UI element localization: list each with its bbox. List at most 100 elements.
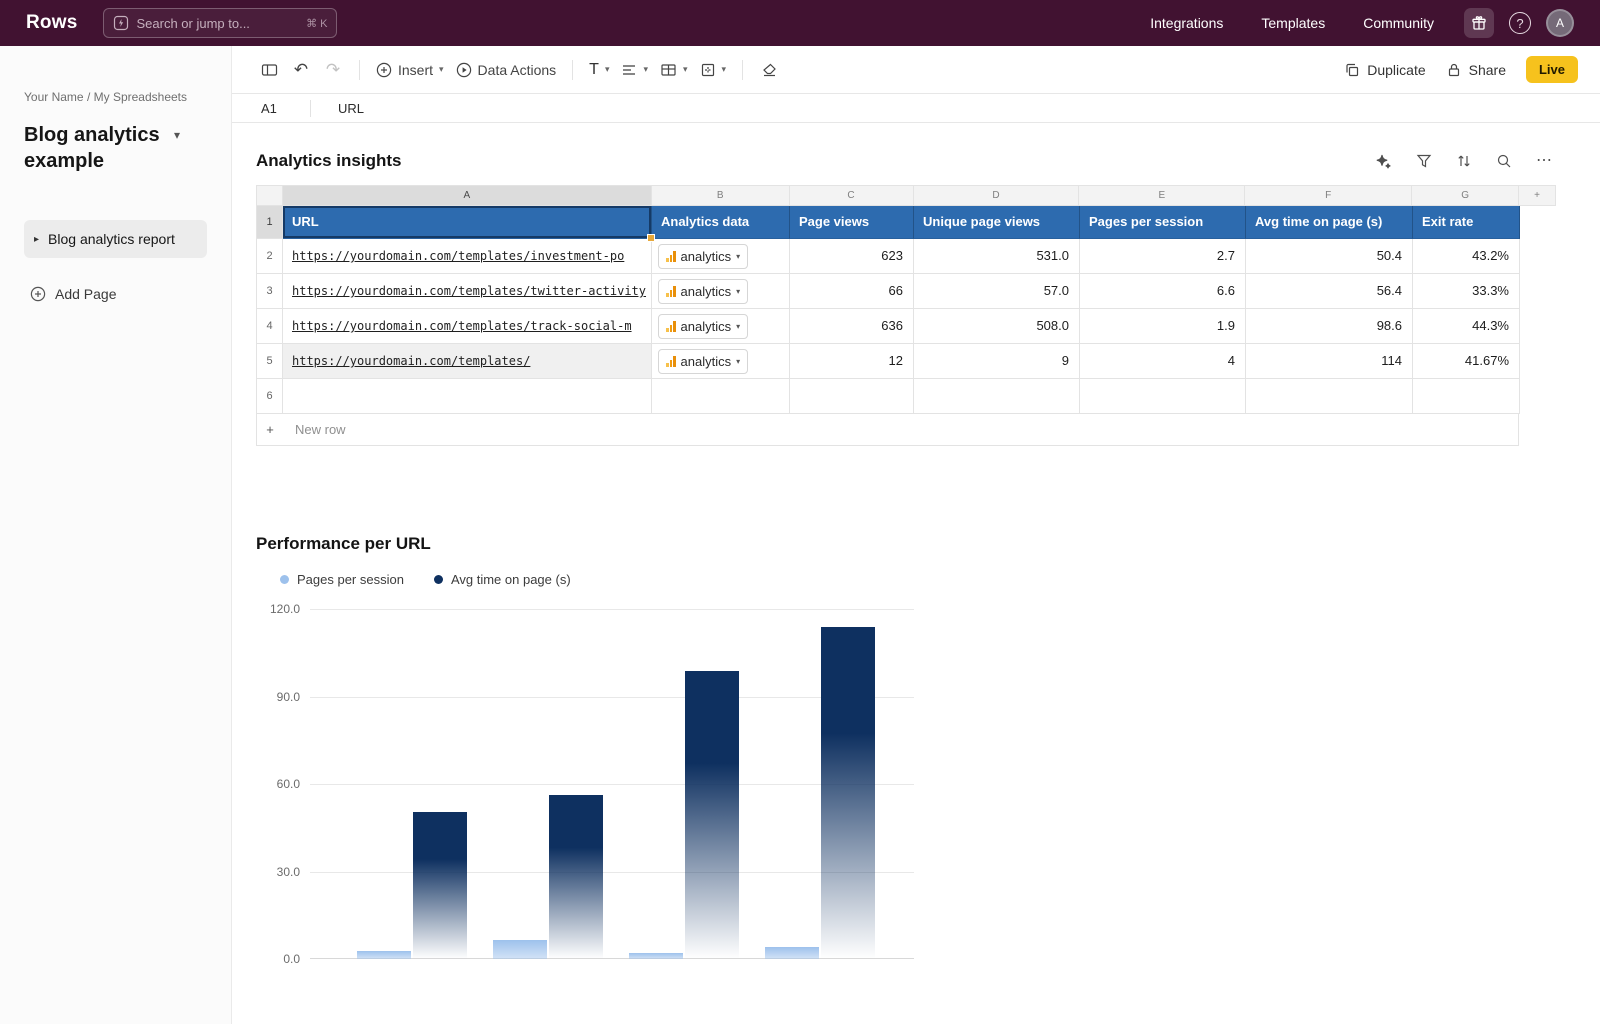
share-button[interactable]: Share bbox=[1446, 62, 1506, 78]
cell-url[interactable]: https://yourdomain.com/templates/twitter… bbox=[283, 274, 652, 309]
data-actions-button[interactable]: Data Actions bbox=[451, 55, 562, 85]
cell-unique-page-views[interactable]: 508.0 bbox=[914, 309, 1080, 344]
cell-pages-per-session[interactable]: 4 bbox=[1080, 344, 1246, 379]
help-button[interactable]: ? bbox=[1509, 12, 1531, 34]
cell-exit-rate[interactable]: 44.3% bbox=[1413, 309, 1520, 344]
cell-E1[interactable]: Pages per session bbox=[1080, 206, 1246, 239]
duplicate-button[interactable]: Duplicate bbox=[1344, 62, 1425, 78]
analytics-dropdown[interactable]: analytics ▾ bbox=[658, 279, 748, 304]
column-header-F[interactable]: F bbox=[1245, 186, 1412, 206]
row-number[interactable]: 5 bbox=[257, 344, 283, 379]
undo-button[interactable]: ↶ bbox=[286, 55, 316, 85]
cell-page-views[interactable]: 66 bbox=[790, 274, 914, 309]
cell-empty[interactable] bbox=[1246, 379, 1413, 414]
cell-page-views[interactable]: 12 bbox=[790, 344, 914, 379]
workbook-title-menu[interactable]: Blog analytics example ▾ bbox=[24, 122, 207, 174]
cell-empty[interactable] bbox=[283, 379, 652, 414]
cell-url[interactable]: https://yourdomain.com/templates/investm… bbox=[283, 239, 652, 274]
nav-templates[interactable]: Templates bbox=[1261, 15, 1325, 31]
cell-page-views[interactable]: 623 bbox=[790, 239, 914, 274]
cell-reference[interactable]: A1 bbox=[232, 101, 286, 116]
column-header-E[interactable]: E bbox=[1079, 186, 1245, 206]
breadcrumb-section[interactable]: My Spreadsheets bbox=[94, 90, 187, 104]
cell-exit-rate[interactable]: 41.67% bbox=[1413, 344, 1520, 379]
column-header-G[interactable]: G bbox=[1412, 186, 1519, 206]
cell-pages-per-session[interactable]: 2.7 bbox=[1080, 239, 1246, 274]
analytics-dropdown[interactable]: analytics ▾ bbox=[658, 314, 748, 339]
cell-format-button[interactable]: ▾ bbox=[655, 55, 693, 85]
cell-C1[interactable]: Page views bbox=[790, 206, 914, 239]
clear-format-button[interactable] bbox=[754, 55, 784, 85]
duplicate-icon bbox=[1344, 62, 1360, 78]
cell-avg-time[interactable]: 56.4 bbox=[1246, 274, 1413, 309]
legend-item-pages-per-session[interactable]: Pages per session bbox=[280, 572, 404, 587]
cell-avg-time[interactable]: 114 bbox=[1246, 344, 1413, 379]
more-options-icon[interactable]: ⋯ bbox=[1536, 156, 1552, 166]
cell-empty[interactable] bbox=[1080, 379, 1246, 414]
cell-empty[interactable] bbox=[914, 379, 1080, 414]
y-tick-label: 90.0 bbox=[277, 690, 300, 704]
search-input[interactable]: Search or jump to... ⌘ K bbox=[103, 8, 337, 38]
cell-empty[interactable] bbox=[652, 379, 790, 414]
cell-exit-rate[interactable]: 43.2% bbox=[1413, 239, 1520, 274]
cell-G1[interactable]: Exit rate bbox=[1413, 206, 1520, 239]
insert-button[interactable]: Insert ▾ bbox=[371, 55, 449, 85]
cell-empty[interactable] bbox=[790, 379, 914, 414]
cell-empty[interactable] bbox=[1413, 379, 1520, 414]
search-icon[interactable] bbox=[1496, 153, 1512, 169]
cell-F1[interactable]: Avg time on page (s) bbox=[1246, 206, 1413, 239]
live-button[interactable]: Live bbox=[1526, 56, 1578, 83]
row-number[interactable]: 3 bbox=[257, 274, 283, 309]
analytics-dropdown[interactable]: analytics ▾ bbox=[658, 349, 748, 374]
gift-button[interactable] bbox=[1464, 8, 1494, 38]
column-header-C[interactable]: C bbox=[790, 186, 914, 206]
chart-title[interactable]: Performance per URL bbox=[256, 534, 1600, 554]
cell-B1[interactable]: Analytics data bbox=[652, 206, 790, 239]
column-header-D[interactable]: D bbox=[914, 186, 1080, 206]
redo-button[interactable]: ↷ bbox=[318, 55, 348, 85]
row-number[interactable]: 4 bbox=[257, 309, 283, 344]
fill-handle[interactable] bbox=[647, 234, 655, 242]
legend-item-avg-time[interactable]: Avg time on page (s) bbox=[434, 572, 571, 587]
sidebar-item-blog-analytics-report[interactable]: ▸ Blog analytics report bbox=[24, 220, 207, 258]
corner-cell[interactable] bbox=[257, 186, 283, 206]
cell-pages-per-session[interactable]: 6.6 bbox=[1080, 274, 1246, 309]
nav-integrations[interactable]: Integrations bbox=[1150, 15, 1223, 31]
add-column-button[interactable]: + bbox=[1519, 186, 1556, 206]
text-format-button[interactable]: T ▾ bbox=[584, 55, 614, 85]
cell-avg-time[interactable]: 50.4 bbox=[1246, 239, 1413, 274]
formula-bar: A1 URL bbox=[232, 94, 1600, 123]
rows-logo[interactable]: Rows bbox=[26, 12, 77, 34]
cell-D1[interactable]: Unique page views bbox=[914, 206, 1080, 239]
table-title[interactable]: Analytics insights bbox=[256, 151, 401, 171]
new-row-button[interactable]: + New row bbox=[256, 414, 1519, 446]
row-number-1[interactable]: 1 bbox=[257, 206, 283, 239]
cell-pages-per-session[interactable]: 1.9 bbox=[1080, 309, 1246, 344]
column-header-A[interactable]: A bbox=[283, 186, 652, 206]
alignment-button[interactable]: ▾ bbox=[616, 55, 653, 85]
breadcrumb-user[interactable]: Your Name bbox=[24, 90, 84, 104]
add-page-button[interactable]: Add Page bbox=[24, 286, 207, 302]
cell-url[interactable]: https://yourdomain.com/templates/ bbox=[283, 344, 652, 379]
column-header-B[interactable]: B bbox=[652, 186, 790, 206]
nav-community[interactable]: Community bbox=[1363, 15, 1434, 31]
cell-exit-rate[interactable]: 33.3% bbox=[1413, 274, 1520, 309]
table-row: 2 https://yourdomain.com/templates/inves… bbox=[257, 239, 1556, 274]
formula-input[interactable]: URL bbox=[338, 101, 1600, 116]
cell-unique-page-views[interactable]: 9 bbox=[914, 344, 1080, 379]
borders-button[interactable]: ▾ bbox=[695, 55, 732, 85]
row-number[interactable]: 2 bbox=[257, 239, 283, 274]
cell-A1-selected[interactable]: URL bbox=[283, 206, 652, 239]
row-number[interactable]: 6 bbox=[257, 379, 283, 414]
sort-icon[interactable] bbox=[1456, 153, 1472, 169]
analytics-dropdown[interactable]: analytics ▾ bbox=[658, 244, 748, 269]
cell-avg-time[interactable]: 98.6 bbox=[1246, 309, 1413, 344]
cell-unique-page-views[interactable]: 531.0 bbox=[914, 239, 1080, 274]
cell-url[interactable]: https://yourdomain.com/templates/track-s… bbox=[283, 309, 652, 344]
sidebar-toggle-button[interactable] bbox=[254, 55, 284, 85]
cell-page-views[interactable]: 636 bbox=[790, 309, 914, 344]
cell-unique-page-views[interactable]: 57.0 bbox=[914, 274, 1080, 309]
avatar[interactable]: A bbox=[1546, 9, 1574, 37]
filter-icon[interactable] bbox=[1416, 153, 1432, 169]
ai-sparkle-icon[interactable] bbox=[1375, 153, 1392, 170]
